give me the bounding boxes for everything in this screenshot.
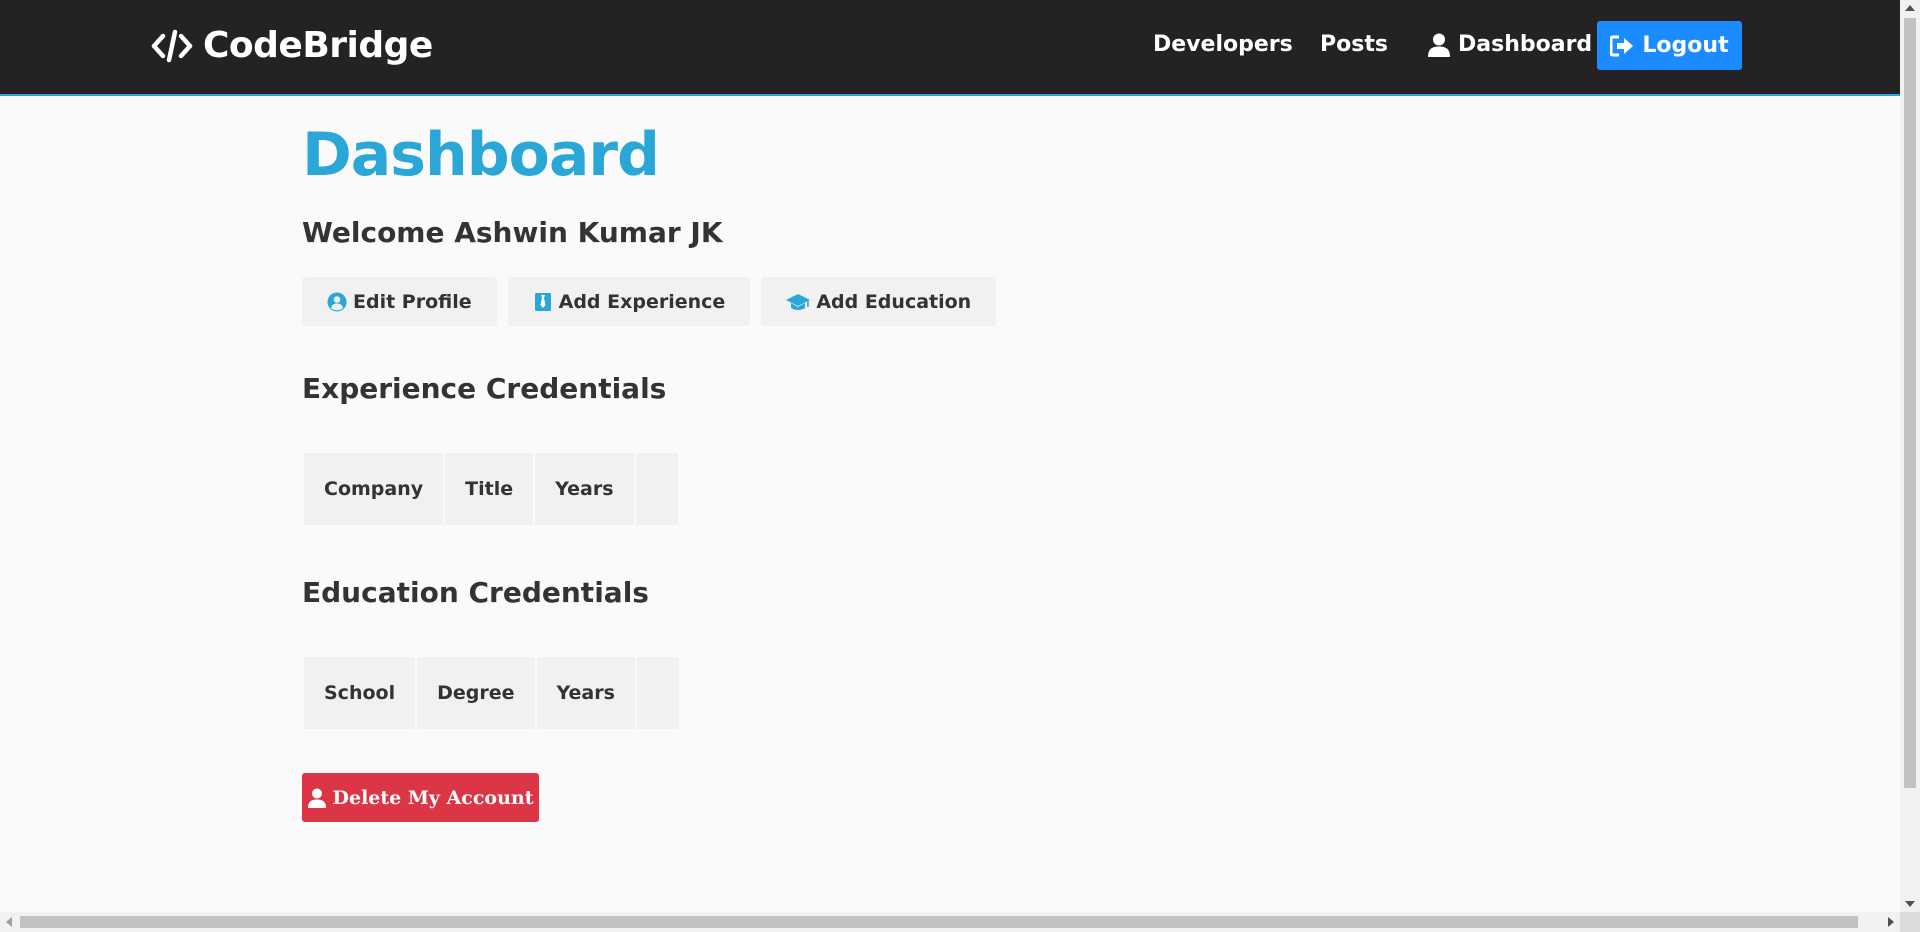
delete-account-label: Delete My Account <box>332 786 534 809</box>
navbar: CodeBridge Developers Posts Dashboard Lo… <box>0 0 1900 96</box>
scroll-up-arrow-icon[interactable] <box>1905 5 1915 11</box>
add-education-label: Add Education <box>816 290 972 313</box>
horizontal-scrollbar[interactable] <box>0 912 1900 932</box>
experience-table: Company Title Years <box>302 451 680 527</box>
scrollbar-corner <box>1900 912 1920 932</box>
nav-posts-label: Posts <box>1320 32 1388 57</box>
sign-out-icon <box>1610 35 1634 56</box>
graduation-cap-icon <box>786 293 811 310</box>
user-circle-icon <box>327 292 347 311</box>
education-header-row: School Degree Years <box>304 657 679 729</box>
education-table: School Degree Years <box>302 655 681 731</box>
delete-account-button[interactable]: Delete My Account <box>302 773 539 822</box>
edit-profile-button[interactable]: Edit Profile <box>302 277 497 326</box>
experience-heading: Experience Credentials <box>302 372 667 405</box>
code-icon <box>151 29 193 62</box>
nav-dashboard[interactable]: Dashboard <box>1428 32 1592 57</box>
column-header-title: Title <box>445 453 534 525</box>
welcome-text: Welcome Ashwin Kumar JK <box>302 216 723 249</box>
column-header-school: School <box>304 657 416 729</box>
scroll-down-arrow-icon[interactable] <box>1905 901 1915 907</box>
brand-name: CodeBridge <box>203 25 433 66</box>
nav-developers[interactable]: Developers <box>1153 32 1293 57</box>
column-header-actions <box>635 453 678 525</box>
edit-profile-label: Edit Profile <box>353 290 472 313</box>
logout-label: Logout <box>1642 33 1729 58</box>
education-heading: Education Credentials <box>302 576 649 609</box>
nav-posts[interactable]: Posts <box>1320 32 1388 57</box>
page-title: Dashboard <box>302 120 660 190</box>
column-header-degree: Degree <box>417 657 535 729</box>
vertical-scrollbar[interactable] <box>1900 0 1920 912</box>
column-header-actions <box>636 657 679 729</box>
scroll-left-arrow-icon[interactable] <box>6 917 12 927</box>
nav-dashboard-label: Dashboard <box>1458 32 1593 57</box>
experience-header-row: Company Title Years <box>304 453 678 525</box>
horizontal-scroll-thumb[interactable] <box>20 916 1858 928</box>
add-experience-label: Add Experience <box>558 290 726 313</box>
nav-developers-label: Developers <box>1153 32 1293 57</box>
column-header-years: Years <box>536 657 635 729</box>
user-icon <box>1428 33 1450 57</box>
vertical-scroll-thumb[interactable] <box>1904 18 1916 788</box>
dashboard-actions: Edit Profile Add Experience Add Educatio… <box>302 277 997 326</box>
column-header-years: Years <box>535 453 634 525</box>
logout-button[interactable]: Logout <box>1597 21 1742 70</box>
add-education-button[interactable]: Add Education <box>761 277 997 326</box>
column-header-company: Company <box>304 453 444 525</box>
user-icon <box>307 788 326 808</box>
briefcase-icon <box>534 292 551 311</box>
scroll-right-arrow-icon[interactable] <box>1888 917 1894 927</box>
brand-link[interactable]: CodeBridge <box>151 25 433 66</box>
add-experience-button[interactable]: Add Experience <box>507 277 751 326</box>
